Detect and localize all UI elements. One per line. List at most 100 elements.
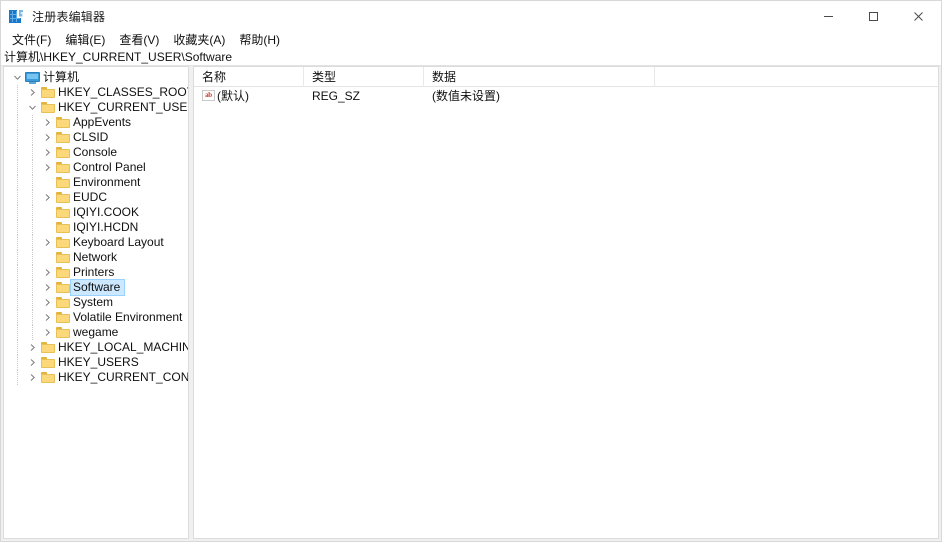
tree-item-hkey-local-machine[interactable]: HKEY_LOCAL_MACHINE [4, 340, 188, 355]
chevron-right-icon[interactable] [40, 190, 54, 205]
tree-item-control-panel[interactable]: Control Panel [4, 160, 188, 175]
tree-item-label: 计算机 [43, 70, 80, 84]
tree-item-iqiyi-hcdn[interactable]: IQIYI.HCDN [4, 220, 188, 235]
folder-icon [54, 190, 71, 205]
menu-item-favorites[interactable]: 收藏夹(A) [166, 32, 232, 49]
tree-item-keyboard-layout[interactable]: Keyboard Layout [4, 235, 188, 250]
chevron-right-icon[interactable] [40, 145, 54, 160]
menu-item-edit[interactable]: 编辑(E) [58, 32, 112, 49]
menu-item-file[interactable]: 文件(F) [5, 32, 58, 49]
tree-item-hkey-current-user[interactable]: HKEY_CURRENT_USER [4, 100, 188, 115]
folder-icon [54, 235, 71, 250]
maximize-button[interactable] [851, 1, 896, 32]
tree-item-label: Console [73, 145, 118, 159]
folder-icon [39, 100, 56, 115]
tree-item-eudc[interactable]: EUDC [4, 190, 188, 205]
tree-indent-guide [17, 160, 19, 175]
tree-indent-guide [32, 130, 34, 145]
chevron-right-icon[interactable] [40, 115, 54, 130]
column-header-1[interactable]: 类型 [304, 67, 424, 87]
values-list-row[interactable]: ab (默认) REG_SZ (数值未设置) [194, 87, 938, 104]
tree-indent-guide [32, 325, 34, 340]
tree-item-appevents[interactable]: AppEvents [4, 115, 188, 130]
tree-item-label: IQIYI.COOK [73, 205, 140, 219]
column-header-0[interactable]: 名称 [194, 67, 304, 87]
tree-item-label: EUDC [73, 190, 108, 204]
tree-item-label: Printers [73, 265, 115, 279]
tree-indent-guide [32, 220, 34, 235]
tree-item-clsid[interactable]: CLSID [4, 130, 188, 145]
minimize-button[interactable] [806, 1, 851, 32]
tree-item-hkey-users[interactable]: HKEY_USERS [4, 355, 188, 370]
tree-indent-guide [17, 130, 19, 145]
tree-item-printers[interactable]: Printers [4, 265, 188, 280]
tree-indent-guide [17, 265, 19, 280]
chevron-right-icon[interactable] [40, 265, 54, 280]
tree-item-hkey-current-config[interactable]: HKEY_CURRENT_CONFIG [4, 370, 188, 385]
tree-item-software[interactable]: Software [4, 279, 188, 296]
values-list-pane[interactable]: 名称 类型 数据 ab (默认) REG_SZ (数值未设置) [193, 66, 939, 539]
tree-item-label: CLSID [73, 130, 109, 144]
chevron-down-icon[interactable] [10, 70, 24, 85]
tree-item--[interactable]: 计算机 [4, 70, 188, 85]
folder-icon [54, 310, 71, 325]
chevron-right-icon[interactable] [40, 235, 54, 250]
tree-item-system[interactable]: System [4, 295, 188, 310]
tree-item-label: System [73, 295, 114, 309]
chevron-down-icon[interactable] [25, 100, 39, 115]
folder-icon [54, 145, 71, 160]
chevron-right-icon[interactable] [25, 355, 39, 370]
column-header-2[interactable]: 数据 [424, 67, 655, 87]
menu-item-view[interactable]: 查看(V) [112, 32, 166, 49]
tree-indent-guide [32, 310, 34, 325]
tree-item-wegame[interactable]: wegame [4, 325, 188, 340]
tree-indent-guide [17, 175, 19, 190]
values-list-body[interactable]: ab (默认) REG_SZ (数值未设置) [194, 87, 938, 538]
chevron-right-icon[interactable] [40, 325, 54, 340]
registry-tree-pane[interactable]: 计算机 HKEY_CLASSES_ROOT HKEY_CURRENT_USER App… [3, 66, 189, 539]
value-name-label: (默认) [217, 89, 249, 103]
title-bar: 注册表编辑器 [1, 1, 941, 32]
tree-indent-guide [32, 265, 34, 280]
tree-indent-guide [32, 160, 34, 175]
value-data-cell: (数值未设置) [432, 89, 500, 103]
folder-icon [54, 265, 71, 280]
tree-item-label: Control Panel [73, 160, 146, 174]
title-bar-left: 注册表编辑器 [1, 8, 105, 25]
chevron-right-icon[interactable] [25, 370, 39, 385]
tree-item-console[interactable]: Console [4, 145, 188, 160]
address-bar[interactable]: 计算机\HKEY_CURRENT_USER\Software [1, 49, 941, 66]
tree-item-label: Network [73, 250, 118, 264]
folder-icon [54, 205, 71, 220]
folder-icon [39, 355, 56, 370]
address-path: 计算机\HKEY_CURRENT_USER\Software [4, 50, 233, 64]
chevron-right-icon[interactable] [25, 340, 39, 355]
tree-indent-guide [17, 340, 19, 355]
folder-icon [54, 280, 71, 295]
tree-indent-guide [32, 235, 34, 250]
tree-indent-guide [17, 325, 19, 340]
chevron-right-icon[interactable] [40, 310, 54, 325]
tree-indent-guide [17, 370, 19, 385]
menu-item-help[interactable]: 帮助(H) [232, 32, 287, 49]
folder-icon [54, 115, 71, 130]
tree-item-network[interactable]: Network [4, 250, 188, 265]
chevron-right-icon[interactable] [40, 280, 54, 295]
chevron-right-icon[interactable] [40, 160, 54, 175]
tree-item-iqiyi-cook[interactable]: IQIYI.COOK [4, 205, 188, 220]
close-button[interactable] [896, 1, 941, 32]
tree-indent-guide [17, 355, 19, 370]
tree-item-environment[interactable]: Environment [4, 175, 188, 190]
chevron-right-icon[interactable] [40, 295, 54, 310]
tree-item-label: HKEY_USERS [58, 355, 139, 369]
tree-indent-guide [32, 205, 34, 220]
tree-item-hkey-classes-root[interactable]: HKEY_CLASSES_ROOT [4, 85, 188, 100]
tree-indent-guide [32, 280, 34, 295]
main-content: 计算机 HKEY_CLASSES_ROOT HKEY_CURRENT_USER App… [1, 66, 941, 541]
tree-item-label: Keyboard Layout [73, 235, 164, 249]
chevron-right-icon[interactable] [25, 85, 39, 100]
tree-item-volatile-environment[interactable]: Volatile Environment [4, 310, 188, 325]
chevron-right-icon[interactable] [40, 130, 54, 145]
